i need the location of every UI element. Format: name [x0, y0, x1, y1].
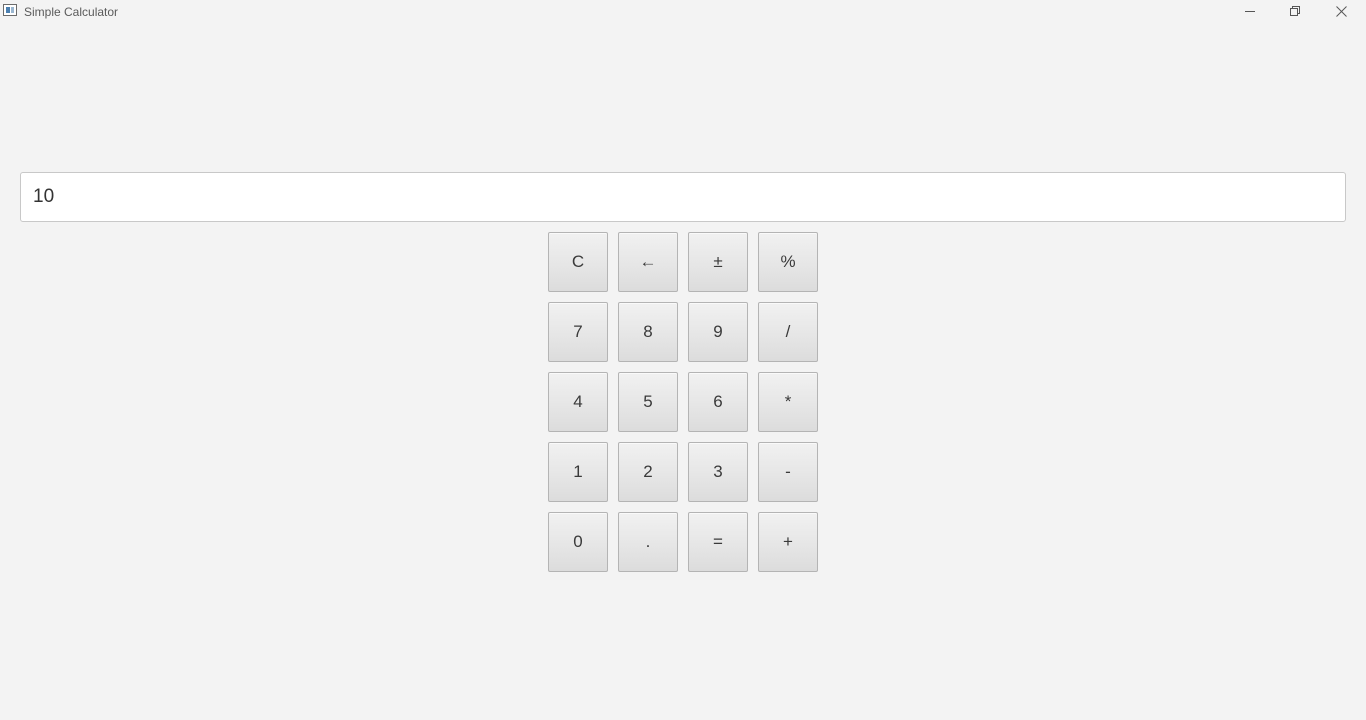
digit-7-button[interactable]: 7	[548, 302, 608, 362]
clear-button[interactable]: C	[548, 232, 608, 292]
title-bar[interactable]: Simple Calculator	[0, 0, 1366, 24]
equals-button[interactable]: =	[688, 512, 748, 572]
decimal-point-button[interactable]: .	[618, 512, 678, 572]
keypad: C ← ±% 7 8 9/ 4 5 6 * 1 2 3- 0. = +	[548, 232, 818, 572]
backspace-button[interactable]: ←	[618, 232, 678, 292]
digit-0-button[interactable]: 0	[548, 512, 608, 572]
digit-3-button[interactable]: 3	[688, 442, 748, 502]
multiply-button[interactable]: *	[758, 372, 818, 432]
result-display[interactable]: 10	[20, 172, 1346, 222]
divide-button[interactable]: /	[758, 302, 818, 362]
subtract-button[interactable]: -	[758, 442, 818, 502]
percent-button[interactable]: %	[758, 232, 818, 292]
digit-5-button[interactable]: 5	[618, 372, 678, 432]
digit-2-button[interactable]: 2	[618, 442, 678, 502]
digit-4-button[interactable]: 4	[548, 372, 608, 432]
negate-button[interactable]: ±	[688, 232, 748, 292]
maximize-button[interactable]	[1272, 0, 1318, 22]
window-title: Simple Calculator	[24, 5, 119, 19]
close-button[interactable]	[1318, 0, 1364, 22]
add-button[interactable]: +	[758, 512, 818, 572]
app-window-icon	[3, 4, 17, 16]
calculator-window: Simple Calculator 10 C ← ±% 7 8 9/ 4 5 6…	[0, 0, 1366, 720]
restore-icon	[1289, 5, 1301, 17]
digit-8-button[interactable]: 8	[618, 302, 678, 362]
digit-9-button[interactable]: 9	[688, 302, 748, 362]
digit-6-button[interactable]: 6	[688, 372, 748, 432]
minimize-button[interactable]	[1227, 0, 1273, 22]
minimize-icon	[1244, 6, 1256, 17]
close-icon	[1335, 5, 1347, 17]
digit-1-button[interactable]: 1	[548, 442, 608, 502]
